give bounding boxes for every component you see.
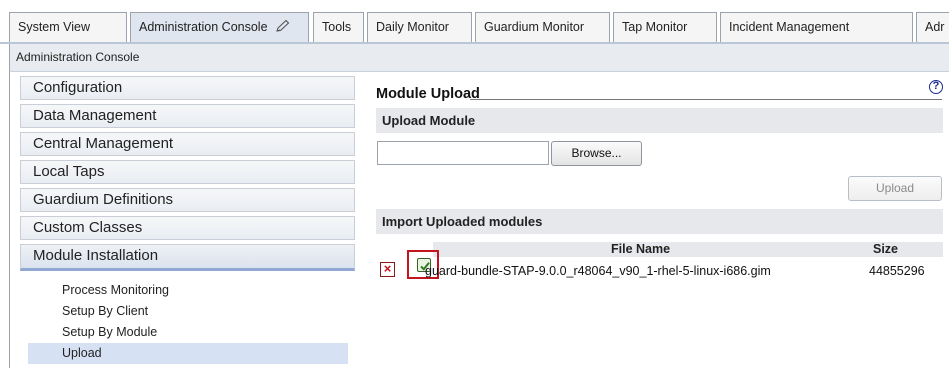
help-icon[interactable]: ? bbox=[929, 80, 943, 94]
tab-label: Administration Console bbox=[139, 20, 268, 34]
table-row: × guard-bundle-STAP-9.0.0_r48064_v90_1-r… bbox=[376, 250, 949, 280]
sidebar-item-central-management[interactable]: Central Management bbox=[20, 132, 355, 156]
sidebar-item-data-management[interactable]: Data Management bbox=[20, 104, 355, 128]
file-name-cell: guard-bundle-STAP-9.0.0_r48064_v90_1-rhe… bbox=[425, 264, 771, 278]
tab-adr[interactable]: Adr bbox=[916, 12, 949, 43]
sidebar-item-label: Module Installation bbox=[33, 247, 159, 264]
section-heading: Upload Module bbox=[382, 113, 476, 128]
import-modules-header: Import Uploaded modules bbox=[376, 209, 943, 234]
subnav-item-setup-by-module[interactable]: Setup By Module bbox=[28, 322, 348, 343]
tab-tools[interactable]: Tools bbox=[313, 12, 364, 43]
file-size-cell: 44855296 bbox=[869, 264, 925, 278]
tab-tap-monitor[interactable]: Tap Monitor bbox=[613, 12, 717, 43]
tab-administration-console[interactable]: Administration Console bbox=[130, 12, 309, 43]
sidebar-item-guardium-definitions[interactable]: Guardium Definitions bbox=[20, 188, 355, 212]
sidebar-item-label: Local Taps bbox=[33, 163, 105, 180]
sidebar-item-local-taps[interactable]: Local Taps bbox=[20, 160, 355, 184]
sidebar-item-module-installation[interactable]: Module Installation bbox=[20, 244, 355, 271]
tab-daily-monitor[interactable]: Daily Monitor bbox=[367, 12, 472, 43]
sidebar-item-label: Custom Classes bbox=[33, 219, 143, 236]
subnav-item-label: Setup By Module bbox=[62, 325, 158, 339]
delete-icon[interactable]: × bbox=[380, 262, 395, 277]
tab-label: Tap Monitor bbox=[622, 20, 688, 34]
sidebar: Configuration Data Management Central Ma… bbox=[20, 76, 355, 275]
tab-label: Daily Monitor bbox=[376, 20, 449, 34]
subnav-item-upload[interactable]: Upload bbox=[28, 343, 348, 364]
sidebar-item-label: Configuration bbox=[33, 79, 123, 96]
tab-label: System View bbox=[18, 20, 91, 34]
upload-module-header: Upload Module bbox=[376, 108, 943, 133]
sidebar-item-custom-classes[interactable]: Custom Classes bbox=[20, 216, 355, 240]
upload-button-label: Upload bbox=[875, 181, 915, 195]
modules-table-header: File Name Size bbox=[433, 242, 943, 257]
column-header-file-name: File Name bbox=[611, 242, 671, 256]
tab-label: Adr bbox=[925, 20, 945, 34]
sidebar-item-label: Data Management bbox=[33, 107, 157, 124]
sidebar-item-label: Guardium Definitions bbox=[33, 191, 174, 208]
tab-guardium-monitor[interactable]: Guardium Monitor bbox=[475, 12, 610, 43]
breadcrumb: Administration Console bbox=[9, 44, 949, 72]
breadcrumb-label: Administration Console bbox=[16, 50, 140, 64]
tab-label: Guardium Monitor bbox=[484, 20, 585, 34]
tab-incident-management[interactable]: Incident Management bbox=[720, 12, 913, 43]
title-divider bbox=[470, 99, 942, 100]
upload-button[interactable]: Upload bbox=[848, 176, 942, 201]
browse-button[interactable]: Browse... bbox=[551, 141, 642, 166]
section-heading: Import Uploaded modules bbox=[382, 214, 543, 229]
subnav-item-setup-by-client[interactable]: Setup By Client bbox=[28, 301, 348, 322]
browse-button-label: Browse... bbox=[571, 146, 622, 160]
sidebar-item-configuration[interactable]: Configuration bbox=[20, 76, 355, 100]
file-path-input[interactable] bbox=[377, 141, 549, 165]
pencil-icon[interactable] bbox=[275, 15, 291, 43]
subnav-item-label: Process Monitoring bbox=[62, 283, 169, 297]
column-header-size: Size bbox=[873, 242, 899, 256]
sidebar-item-label: Central Management bbox=[33, 135, 174, 152]
subnav-item-process-monitoring[interactable]: Process Monitoring bbox=[28, 280, 348, 301]
page-title: Module Upload bbox=[376, 86, 480, 102]
tab-label: Incident Management bbox=[729, 20, 850, 34]
tab-system-view[interactable]: System View bbox=[9, 12, 127, 43]
help-glyph: ? bbox=[932, 80, 940, 92]
subnav-item-label: Setup By Client bbox=[62, 304, 149, 318]
top-tab-bar: System View Administration Console Tools… bbox=[0, 0, 949, 44]
sidebar-subnav: Process Monitoring Setup By Client Setup… bbox=[28, 280, 348, 364]
left-border bbox=[9, 72, 10, 368]
tab-label: Tools bbox=[322, 20, 352, 34]
subnav-item-label: Upload bbox=[62, 346, 102, 360]
